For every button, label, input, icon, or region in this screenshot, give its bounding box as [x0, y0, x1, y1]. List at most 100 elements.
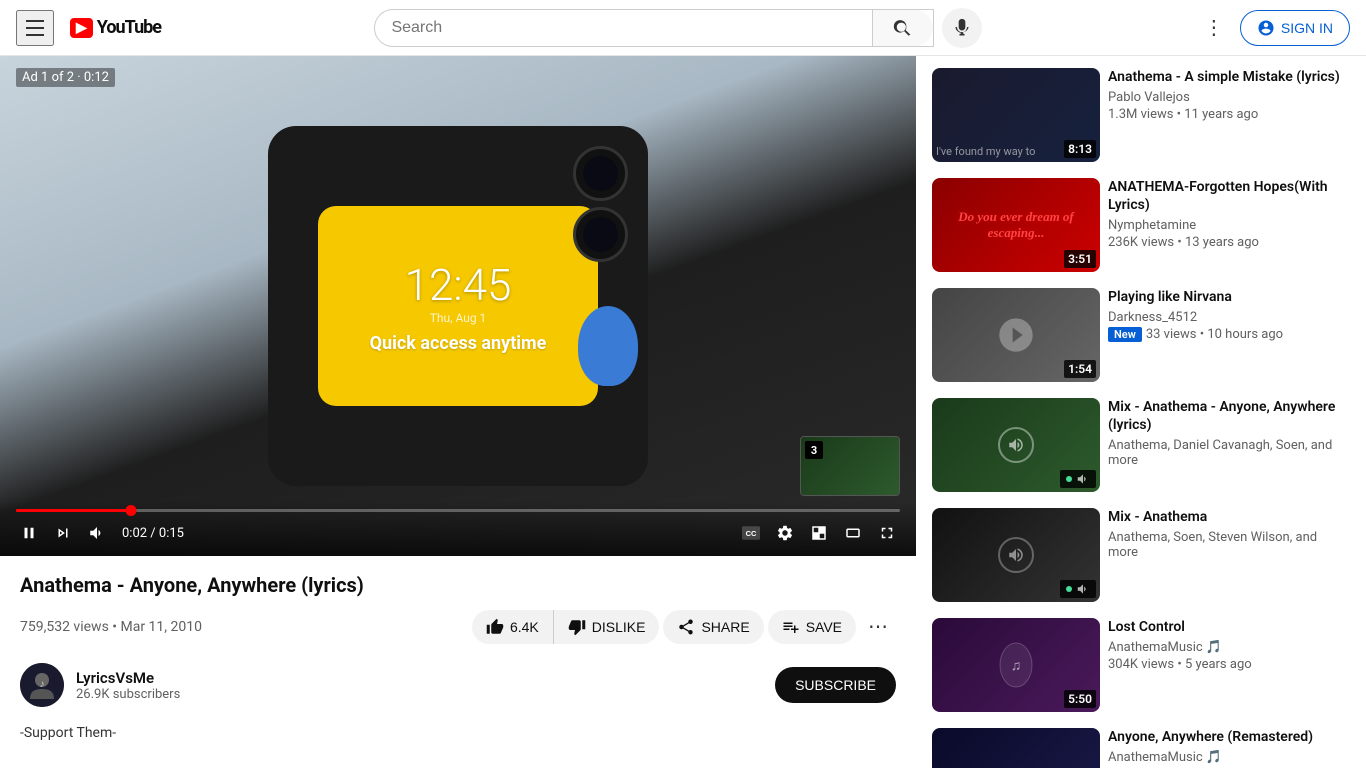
progress-bar[interactable]: [16, 509, 900, 512]
theater-icon: [844, 524, 862, 542]
settings-icon: [776, 524, 794, 542]
channel-name: LyricsVsMe: [76, 669, 180, 687]
search-input[interactable]: [375, 11, 872, 45]
sidebar-video-title: Mix - Anathema - Anyone, Anywhere (lyric…: [1108, 398, 1350, 434]
svg-text:♫: ♫: [1011, 658, 1022, 674]
video-meta: 759,532 views • Mar 11, 2010 6.4K: [20, 606, 896, 647]
search-icon: [893, 18, 913, 38]
list-item[interactable]: ♫ 5:50 Lost Control AnathemaMusic 🎵 304K…: [928, 614, 1354, 716]
settings-button[interactable]: [772, 520, 798, 546]
youtube-logo-text: YouTube: [97, 17, 161, 38]
camera-lens-1: [573, 146, 628, 201]
cc-button[interactable]: CC: [738, 522, 764, 544]
svg-text:♪: ♪: [40, 679, 45, 690]
video-player[interactable]: 12:45 Thu, Aug 1 Quick access anytime: [0, 56, 916, 556]
video-thumbnail: [932, 508, 1100, 602]
video-thumbnail: I've found my way to 8:13: [932, 68, 1100, 162]
controls-row: 0:02 / 0:15 CC: [16, 520, 900, 546]
video-info: Anathema - Anyone, Anywhere (lyrics) 759…: [0, 556, 916, 647]
phone-body: 12:45 Thu, Aug 1 Quick access anytime: [268, 126, 648, 486]
channel-avatar-svg: ♪: [20, 663, 64, 707]
miniplayer-button[interactable]: [806, 520, 832, 546]
volume-icon: [88, 524, 106, 542]
search-button[interactable]: [872, 10, 933, 46]
list-item[interactable]: Do you ever dream of escaping... 3:51 AN…: [928, 174, 1354, 276]
sidebar-channel-name: Anathema, Soen, Steven Wilson, and more: [1108, 530, 1350, 560]
thumb-duration: 8:13: [1064, 140, 1096, 158]
avatar-icon: ♪: [20, 663, 64, 707]
sidebar-video-title: Anathema - A simple Mistake (lyrics): [1108, 68, 1350, 86]
thumb-duration: 5:50: [1064, 690, 1096, 708]
main-layout: 12:45 Thu, Aug 1 Quick access anytime: [0, 56, 1366, 768]
video-title: Anathema - Anyone, Anywhere (lyrics): [20, 572, 896, 598]
controls-right: CC: [738, 520, 900, 546]
list-item[interactable]: 1:54 Playing like Nirvana Darkness_4512 …: [928, 284, 1354, 386]
description: -Support Them-: [0, 723, 916, 760]
cc-icon: CC: [742, 526, 760, 540]
video-section: 12:45 Thu, Aug 1 Quick access anytime: [0, 56, 916, 768]
sidebar-channel-name: Darkness_4512: [1108, 310, 1350, 325]
youtube-logo-yt: ▶: [70, 18, 93, 38]
ad-info: Ad 1 of 2 · 0:12: [16, 68, 115, 87]
sidebar-channel-name: AnathemaMusic 🎵: [1108, 750, 1350, 765]
sidebar-video-title: Lost Control: [1108, 618, 1350, 636]
thumb-preview[interactable]: 3: [800, 436, 900, 496]
save-button[interactable]: SAVE: [768, 610, 856, 644]
menu-button[interactable]: [16, 10, 54, 46]
sidebar-video-title: Anyone, Anywhere (Remastered): [1108, 728, 1350, 746]
sidebar-video-info: Mix - Anathema - Anyone, Anywhere (lyric…: [1108, 398, 1350, 492]
avatar: ♪: [20, 663, 64, 707]
channel-text: LyricsVsMe 26.9K subscribers: [76, 669, 180, 702]
sidebar-video-info: ANATHEMA-Forgotten Hopes(With Lyrics) Ny…: [1108, 178, 1350, 272]
share-button[interactable]: SHARE: [663, 610, 763, 644]
mic-button[interactable]: [942, 8, 982, 48]
subscribe-button[interactable]: SUBSCRIBE: [775, 667, 896, 703]
volume-button[interactable]: [84, 520, 110, 546]
header-left: ▶ YouTube: [16, 10, 161, 46]
thumb-duration: 1:54: [1064, 360, 1096, 378]
next-button[interactable]: [50, 520, 76, 546]
header-right: ⋮ SIGN IN: [1196, 7, 1350, 48]
more-options-button[interactable]: ⋮: [1196, 7, 1232, 48]
sidebar-channel-name: AnathemaMusic 🎵: [1108, 640, 1350, 655]
dislike-button[interactable]: DISLIKE: [554, 610, 660, 644]
sign-in-button[interactable]: SIGN IN: [1240, 10, 1350, 46]
video-thumbnail: Do you ever dream of escaping... 3:51: [932, 178, 1100, 272]
mic-icon: [952, 18, 972, 38]
fullscreen-button[interactable]: [874, 520, 900, 546]
header: ▶ YouTube ⋮ SIGN IN: [0, 0, 1366, 56]
header-center: [161, 8, 1196, 48]
video-stats: 759,532 views • Mar 11, 2010: [20, 619, 202, 635]
video-controls: 0:02 / 0:15 CC: [0, 501, 916, 556]
camera-module: [573, 146, 628, 262]
channel-info: ♪ LyricsVsMe 26.9K subscribers: [20, 663, 180, 707]
youtube-logo[interactable]: ▶ YouTube: [70, 17, 161, 38]
save-icon: [782, 618, 800, 636]
phone-date: Thu, Aug 1: [430, 311, 487, 325]
list-item[interactable]: Mix - Anathema - Anyone, Anywhere (lyric…: [928, 394, 1354, 496]
theater-button[interactable]: [840, 520, 866, 546]
like-button[interactable]: 6.4K: [472, 610, 554, 644]
video-thumbnail: ♫ 5:50: [932, 618, 1100, 712]
sidebar: I've found my way to 8:13 Anathema - A s…: [916, 56, 1366, 768]
sidebar-video-info: Anathema - A simple Mistake (lyrics) Pab…: [1108, 68, 1350, 162]
pause-button[interactable]: [16, 520, 42, 546]
thumb-duration: 3:51: [1064, 250, 1096, 268]
thumb-badge: 3: [805, 441, 823, 459]
sidebar-video-info: Lost Control AnathemaMusic 🎵 304K views …: [1108, 618, 1350, 712]
video-thumbnail: ANATHEMA.: [932, 728, 1100, 768]
sidebar-video-title: Mix - Anathema: [1108, 508, 1350, 526]
dislike-icon: [568, 618, 586, 636]
sidebar-video-meta: 236K views • 13 years ago: [1108, 235, 1350, 250]
sidebar-video-info: Mix - Anathema Anathema, Soen, Steven Wi…: [1108, 508, 1350, 602]
sidebar-channel-name: Pablo Vallejos: [1108, 90, 1350, 105]
sidebar-channel-name: Anathema, Daniel Cavanagh, Soen, and mor…: [1108, 438, 1350, 468]
sidebar-video-meta: New33 views • 10 hours ago: [1108, 327, 1350, 342]
more-button[interactable]: ⋯: [860, 606, 896, 647]
search-bar: [374, 9, 934, 47]
list-item[interactable]: ANATHEMA. Anyone, Anywhere (Remastered) …: [928, 724, 1354, 768]
share-icon: [677, 618, 695, 636]
time-display: 0:02 / 0:15: [122, 526, 184, 541]
list-item[interactable]: Mix - Anathema Anathema, Soen, Steven Wi…: [928, 504, 1354, 606]
list-item[interactable]: I've found my way to 8:13 Anathema - A s…: [928, 64, 1354, 166]
